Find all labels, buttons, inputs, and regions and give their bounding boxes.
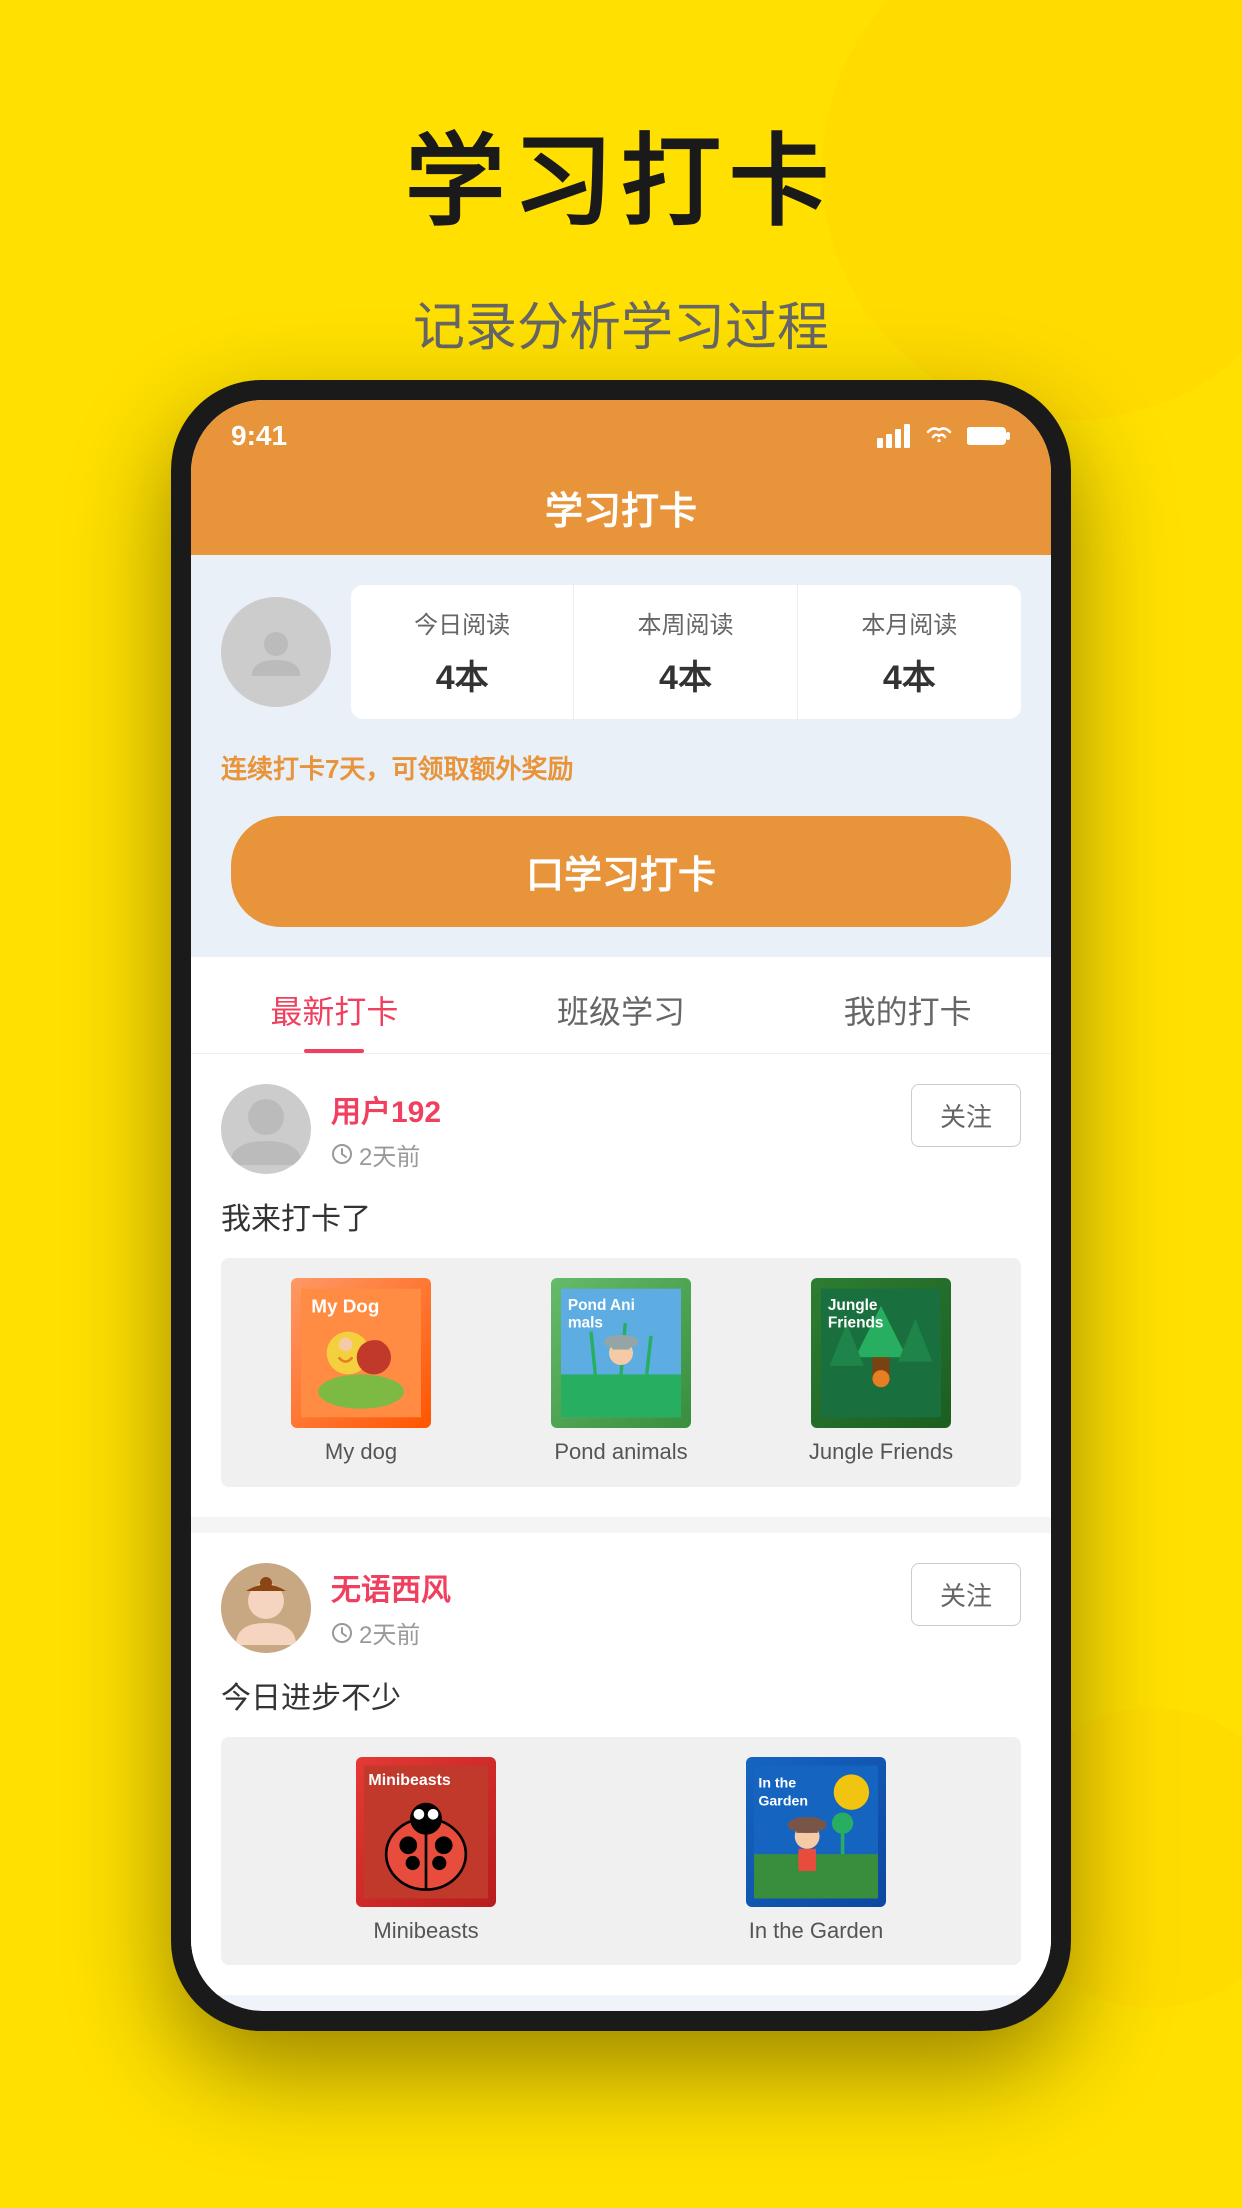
book-item-minibeast[interactable]: Minibeasts Minibeasts	[241, 1757, 611, 1946]
feed-user-1: 用户192 2天前	[221, 1084, 441, 1174]
week-label: 本周阅读	[584, 605, 786, 640]
feed-item-1: 用户192 2天前 关注	[191, 1054, 1051, 1517]
feed-user-2: 无语西风 2天前	[221, 1563, 451, 1653]
week-value: 4本	[584, 650, 786, 699]
svg-text:Minibeasts: Minibeasts	[368, 1772, 451, 1789]
today-value: 4本	[361, 650, 563, 699]
book-title-minibeast: Minibeasts	[373, 1917, 478, 1946]
books-grid-2: Minibeasts Minibeasts	[221, 1737, 1021, 1966]
feed-avatar-2	[221, 1563, 311, 1653]
feed-time-text-2: 2天前	[359, 1615, 420, 1650]
feed-avatar-1	[221, 1084, 311, 1174]
feed-user-info-1: 用户192 2天前	[331, 1087, 441, 1172]
svg-text:mals: mals	[568, 1314, 603, 1331]
book-cover-garden: In the Garden	[746, 1757, 886, 1907]
feed-header-1: 用户192 2天前 关注	[221, 1084, 1021, 1174]
minibeast-illustration: Minibeasts	[364, 1757, 488, 1907]
today-label: 今日阅读	[361, 605, 563, 640]
feed-username-2: 无语西风	[331, 1565, 451, 1609]
tabs-section: 最新打卡 班级学习 我的打卡	[191, 957, 1051, 1054]
tab-latest[interactable]: 最新打卡	[191, 957, 478, 1053]
feed-time-text-1: 2天前	[359, 1137, 420, 1172]
page-subtitle: 记录分析学习过程	[0, 285, 1242, 360]
book-item-jungle[interactable]: Jungle Friends Jungle Friends	[761, 1278, 1001, 1467]
feed-item-2: 无语西风 2天前 关注	[191, 1533, 1051, 1996]
follow-btn-1[interactable]: 关注	[911, 1084, 1021, 1147]
pond-illustration: Pond Ani mals	[561, 1278, 681, 1428]
garden-illustration: In the Garden	[754, 1757, 878, 1907]
nav-bar: 学习打卡	[191, 460, 1051, 555]
wifi-icon	[923, 424, 955, 448]
signal-icon	[877, 424, 911, 448]
svg-text:Garden: Garden	[758, 1793, 808, 1809]
feed-time-2: 2天前	[331, 1615, 451, 1650]
book-cover-pond: Pond Ani mals	[551, 1278, 691, 1428]
week-stat: 本周阅读 4本	[574, 585, 797, 719]
month-stat: 本月阅读 4本	[798, 585, 1021, 719]
phone-mockup: 9:41	[171, 380, 1071, 2031]
svg-text:Pond Ani: Pond Ani	[568, 1297, 635, 1314]
svg-text:Jungle: Jungle	[828, 1297, 878, 1314]
book-title-jungle: Jungle Friends	[809, 1438, 953, 1467]
streak-suffix: 天，可领取额外奖励	[339, 754, 573, 784]
books-grid-1: My Dog My dog	[221, 1258, 1021, 1487]
status-icons	[877, 424, 1011, 448]
checkin-btn-wrapper: 口学习打卡	[191, 806, 1051, 957]
book-item-pond[interactable]: Pond Ani mals Pond animals	[501, 1278, 741, 1467]
feed-avatar-icon-1	[221, 1084, 311, 1174]
feed-section: 用户192 2天前 关注	[191, 1054, 1051, 1995]
book-title-pond: Pond animals	[554, 1438, 687, 1467]
stats-grid: 今日阅读 4本 本周阅读 4本 本月阅读 4本	[351, 585, 1021, 719]
checkin-btn-label: 口学习打卡	[526, 844, 716, 899]
feed-username-1: 用户192	[331, 1087, 441, 1131]
follow-btn-label-1: 关注	[940, 1102, 992, 1132]
book-cover-jungle: Jungle Friends	[811, 1278, 951, 1428]
checkin-button[interactable]: 口学习打卡	[231, 816, 1011, 927]
tab-class[interactable]: 班级学习	[478, 957, 765, 1053]
book-title-mydog: My dog	[325, 1438, 397, 1467]
feed-text-1: 我来打卡了	[221, 1194, 1021, 1238]
tab-class-label: 班级学习	[557, 994, 685, 1030]
tab-latest-label: 最新打卡	[270, 994, 398, 1030]
book-cover-minibeast: Minibeasts	[356, 1757, 496, 1907]
book-title-garden: In the Garden	[749, 1917, 884, 1946]
month-value: 4本	[808, 650, 1011, 699]
book-item-mydog[interactable]: My Dog My dog	[241, 1278, 481, 1467]
tab-mine-label: 我的打卡	[844, 994, 972, 1030]
streak-days: 7	[325, 754, 339, 784]
svg-text:My Dog: My Dog	[311, 1296, 379, 1317]
feed-user-info-2: 无语西风 2天前	[331, 1565, 451, 1650]
month-label: 本月阅读	[808, 605, 1011, 640]
follow-btn-label-2: 关注	[940, 1581, 992, 1611]
user-avatar	[221, 597, 331, 707]
streak-prefix: 连续打卡	[221, 754, 325, 784]
clock-icon-1	[331, 1143, 353, 1165]
clock-icon-2	[331, 1622, 353, 1644]
battery-icon	[967, 424, 1011, 448]
page-title: 学习打卡	[0, 0, 1242, 245]
today-stat: 今日阅读 4本	[351, 585, 574, 719]
streak-text: 连续打卡7天，可领取额外奖励	[191, 739, 1051, 806]
phone-frame: 9:41	[171, 380, 1071, 2031]
avatar-icon	[246, 622, 306, 682]
mydog-illustration: My Dog	[301, 1278, 421, 1428]
jungle-illustration: Jungle Friends	[821, 1278, 941, 1428]
nav-title: 学习打卡	[545, 491, 697, 533]
feed-text-2: 今日进步不少	[221, 1673, 1021, 1717]
feed-time-1: 2天前	[331, 1137, 441, 1172]
phone-screen: 9:41	[191, 400, 1051, 2011]
svg-text:In the: In the	[758, 1775, 796, 1791]
svg-text:Friends: Friends	[828, 1314, 884, 1331]
book-item-garden[interactable]: In the Garden In the Garden	[631, 1757, 1001, 1946]
status-time: 9:41	[231, 420, 287, 452]
tab-mine[interactable]: 我的打卡	[764, 957, 1051, 1053]
stats-section: 今日阅读 4本 本周阅读 4本 本月阅读 4本	[191, 555, 1051, 739]
follow-btn-2[interactable]: 关注	[911, 1563, 1021, 1626]
feed-header-2: 无语西风 2天前 关注	[221, 1563, 1021, 1653]
status-bar: 9:41	[191, 400, 1051, 460]
book-cover-mydog: My Dog	[291, 1278, 431, 1428]
feed-avatar-icon-2	[221, 1563, 311, 1653]
